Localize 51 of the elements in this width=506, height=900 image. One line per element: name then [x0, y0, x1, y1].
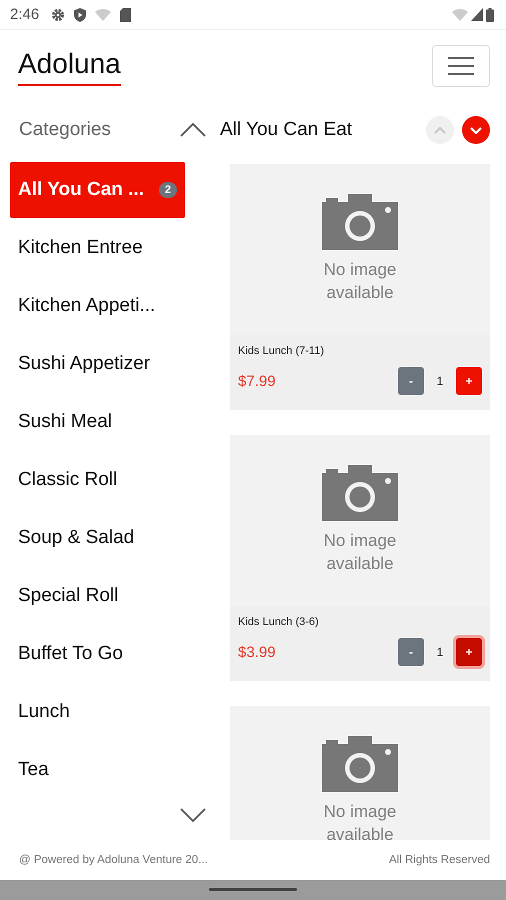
category-item[interactable]: Lunch: [10, 684, 185, 740]
category-item[interactable]: Sushi Meal: [10, 394, 185, 450]
scroll-down-button[interactable]: [180, 808, 206, 822]
footer-credit: @ Powered by Adoluna Venture 20...: [19, 854, 208, 866]
increase-button[interactable]: +: [456, 638, 482, 666]
category-item[interactable]: Buffet To Go: [10, 626, 185, 682]
sd-card-icon: [120, 8, 132, 22]
placeholder-text: No image available: [322, 530, 398, 575]
placeholder-text: No image available: [322, 259, 398, 304]
quantity-value: 1: [436, 645, 444, 659]
product-price: $7.99: [238, 372, 276, 390]
category-item[interactable]: All You Can ... 2: [10, 162, 185, 218]
product-name: Kids Lunch (3-6): [238, 616, 320, 628]
category-item[interactable]: Tea: [10, 742, 185, 798]
decrease-button[interactable]: -: [398, 367, 424, 395]
chevron-up-icon: [434, 126, 446, 134]
quantity-value: 1: [436, 374, 444, 388]
category-item[interactable]: Classic Roll: [10, 452, 185, 508]
increase-button[interactable]: +: [456, 367, 482, 395]
shield-icon: [74, 8, 86, 22]
menu-button[interactable]: [432, 45, 490, 87]
camera-icon: [322, 194, 398, 250]
count-badge: 2: [158, 182, 177, 198]
chevron-down-icon: [180, 808, 206, 822]
placeholder-text: No image available: [322, 801, 398, 840]
category-item[interactable]: Soup & Salad: [10, 510, 185, 566]
chevron-up-icon: [180, 123, 206, 137]
product-name: Kids Lunch (7-11): [238, 345, 326, 357]
menu-icon: [448, 56, 474, 76]
gesture-handle[interactable]: [209, 888, 297, 891]
category-item[interactable]: Kitchen Entree: [10, 220, 185, 276]
wifi-icon: [95, 8, 112, 21]
collapse-button[interactable]: [180, 123, 206, 137]
decrease-button[interactable]: -: [398, 638, 424, 666]
chevron-down-icon: [470, 126, 482, 134]
app-logo: Adoluna: [18, 48, 121, 86]
gear-icon: [51, 8, 66, 22]
camera-icon: [322, 736, 398, 792]
category-item[interactable]: Sushi Appetizer: [10, 336, 185, 392]
categories-heading: Categories: [19, 119, 111, 141]
product-price: $3.99: [238, 644, 276, 660]
category-item[interactable]: Special Roll: [10, 568, 185, 624]
category-item[interactable]: Kitchen Appeti...: [10, 278, 185, 334]
footer-rights: All Rights Reserved: [389, 854, 490, 866]
battery-icon: [486, 8, 494, 22]
section-title: All You Can Eat: [220, 119, 352, 141]
camera-icon: [322, 465, 398, 521]
scroll-down-button[interactable]: [462, 116, 490, 144]
signal-icon: [471, 8, 483, 21]
status-time: 2:46: [10, 6, 40, 23]
wifi-icon: [452, 8, 468, 21]
